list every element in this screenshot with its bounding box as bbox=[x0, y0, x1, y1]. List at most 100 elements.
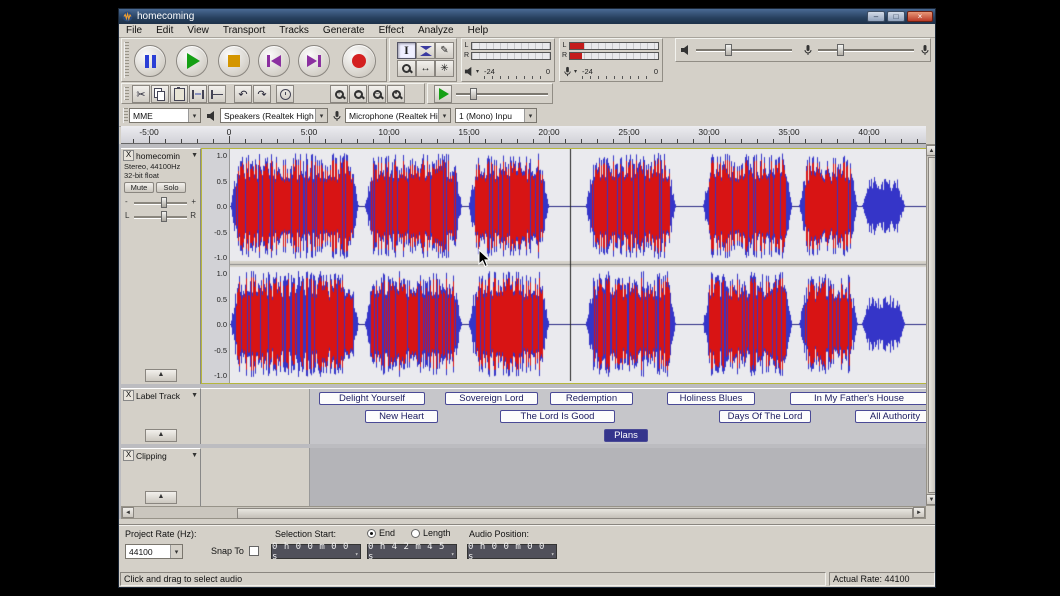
menu-effect[interactable]: Effect bbox=[372, 24, 411, 37]
undo-button[interactable]: ↶ bbox=[234, 85, 252, 103]
zoom-in-button[interactable]: + bbox=[330, 85, 348, 103]
track-name[interactable]: homecomin bbox=[136, 151, 191, 161]
vertical-ruler[interactable]: 1.00.50.0-0.5-1.0 1.00.50.0-0.5-1.0 bbox=[202, 149, 230, 383]
zoom-out-button[interactable]: − bbox=[349, 85, 367, 103]
toolbar-grip[interactable] bbox=[124, 87, 129, 100]
selection-start-field[interactable]: 0 h 0 0 m 0 0 s▾ bbox=[271, 544, 361, 559]
audio-host-select[interactable]: MME▾ bbox=[129, 108, 201, 123]
menu-tracks[interactable]: Tracks bbox=[272, 24, 316, 37]
copy-button[interactable] bbox=[151, 85, 169, 103]
track-label[interactable]: The Lord Is Good bbox=[500, 410, 615, 423]
track-label[interactable]: Holiness Blues bbox=[667, 392, 755, 405]
minimize-button[interactable]: – bbox=[867, 11, 885, 22]
skip-to-start-button[interactable] bbox=[258, 45, 290, 77]
pan-slider[interactable]: L R bbox=[125, 210, 196, 223]
track-collapse-button[interactable]: ▲ bbox=[145, 369, 177, 382]
scroll-up-arrow[interactable]: ▲ bbox=[926, 145, 936, 156]
track-menu-arrow[interactable]: ▼ bbox=[191, 452, 198, 459]
sync-lock-button[interactable] bbox=[276, 85, 294, 103]
silence-button[interactable] bbox=[208, 85, 226, 103]
toolbar-grip[interactable] bbox=[123, 108, 128, 123]
label-track-content[interactable]: Delight Yourself Sovereign Lord Redemption… bbox=[309, 389, 936, 444]
track-label[interactable]: New Heart bbox=[365, 410, 438, 423]
solo-button[interactable]: Solo bbox=[156, 182, 186, 193]
menu-edit[interactable]: Edit bbox=[149, 24, 180, 37]
menu-file[interactable]: File bbox=[119, 24, 149, 37]
skip-to-end-button[interactable] bbox=[298, 45, 330, 77]
title-bar[interactable]: homecoming – □ × bbox=[119, 9, 935, 24]
output-volume-slider[interactable] bbox=[696, 43, 792, 57]
track-label[interactable]: Redemption bbox=[550, 392, 633, 405]
multi-tool-button[interactable]: ✳ bbox=[435, 60, 454, 77]
vertical-scrollbar[interactable]: ▲ ▼ bbox=[926, 144, 936, 506]
amplitude-label: 0.5 bbox=[217, 295, 227, 304]
project-rate-select[interactable]: 44100▾ bbox=[125, 544, 183, 559]
menu-view[interactable]: View bbox=[180, 24, 216, 37]
cut-button[interactable]: ✂ bbox=[132, 85, 150, 103]
scroll-down-arrow[interactable]: ▼ bbox=[926, 494, 936, 505]
audio-position-field[interactable]: 0 h 0 0 m 0 0 s▾ bbox=[467, 544, 557, 559]
toolbar-grip[interactable] bbox=[124, 42, 129, 78]
input-channels-select[interactable]: 1 (Mono) Inpu▾ bbox=[455, 108, 537, 123]
fit-selection-button[interactable]: – bbox=[368, 85, 386, 103]
menu-transport[interactable]: Transport bbox=[216, 24, 272, 37]
timeline-ruler[interactable]: -5:0005:0010:0015:0020:0025:0030:0035:00… bbox=[121, 126, 926, 144]
length-radio[interactable]: Length bbox=[411, 528, 451, 538]
track-menu-arrow[interactable]: ▼ bbox=[191, 152, 198, 159]
menu-analyze[interactable]: Analyze bbox=[411, 24, 461, 37]
input-volume-slider[interactable] bbox=[818, 43, 914, 57]
draw-tool-button[interactable]: ✎ bbox=[435, 42, 454, 59]
vertical-scroll-thumb[interactable] bbox=[928, 157, 936, 493]
stop-button[interactable] bbox=[218, 45, 250, 77]
track-close-button[interactable]: X bbox=[123, 390, 134, 401]
horizontal-scrollbar[interactable]: ◄ ► bbox=[121, 506, 926, 519]
clipping-track-content[interactable] bbox=[309, 448, 936, 506]
track-name[interactable]: Label Track bbox=[136, 391, 191, 401]
ruler-tick bbox=[261, 139, 262, 143]
waveform-display[interactable] bbox=[230, 149, 927, 381]
pause-button[interactable] bbox=[134, 45, 166, 77]
output-device-select[interactable]: Speakers (Realtek High▾ bbox=[220, 108, 328, 123]
selection-end-field[interactable]: 0 h 4 2 m 4 5 s▾ bbox=[367, 544, 457, 559]
track-label[interactable]: In My Father's House bbox=[790, 392, 928, 405]
playback-speed-slider[interactable] bbox=[456, 87, 548, 101]
track-label[interactable]: Sovereign Lord bbox=[445, 392, 538, 405]
play-button[interactable] bbox=[176, 45, 208, 77]
track-menu-arrow[interactable]: ▼ bbox=[191, 392, 198, 399]
paste-button[interactable] bbox=[170, 85, 188, 103]
output-meter[interactable]: L R ▾ -24 0 bbox=[461, 38, 555, 82]
track-collapse-button[interactable]: ▲ bbox=[145, 491, 177, 504]
fit-project-button[interactable]: ▪ bbox=[387, 85, 405, 103]
scroll-right-arrow[interactable]: ► bbox=[913, 507, 925, 518]
track-bitdepth: 32-bit float bbox=[121, 171, 200, 180]
horizontal-scroll-thumb[interactable] bbox=[237, 508, 913, 519]
track-label[interactable]: All Authority bbox=[855, 410, 935, 423]
input-device-select[interactable]: Microphone (Realtek Hi▾ bbox=[345, 108, 451, 123]
record-button[interactable] bbox=[342, 44, 376, 78]
gain-slider[interactable]: - + bbox=[125, 196, 196, 209]
mute-button[interactable]: Mute bbox=[124, 182, 154, 193]
end-radio[interactable]: End bbox=[367, 528, 395, 538]
zoom-tool-button[interactable] bbox=[397, 60, 416, 77]
time-shift-tool-button[interactable]: ↔ bbox=[416, 60, 435, 77]
track-name[interactable]: Clipping bbox=[136, 451, 191, 461]
selection-tool-button[interactable]: I bbox=[397, 42, 416, 59]
menu-help[interactable]: Help bbox=[461, 24, 496, 37]
track-label[interactable]: Days Of The Lord bbox=[719, 410, 811, 423]
envelope-tool-button[interactable] bbox=[416, 42, 435, 59]
ruler-tick bbox=[693, 139, 694, 143]
snap-to-checkbox[interactable] bbox=[249, 546, 259, 556]
input-meter[interactable]: L R ▾ -24 0 bbox=[559, 38, 663, 82]
track-close-button[interactable]: X bbox=[123, 450, 134, 461]
maximize-button[interactable]: □ bbox=[887, 11, 905, 22]
play-at-speed-button[interactable] bbox=[434, 85, 452, 103]
track-label[interactable]: Delight Yourself bbox=[319, 392, 425, 405]
close-button[interactable]: × bbox=[907, 11, 933, 22]
menu-generate[interactable]: Generate bbox=[316, 24, 372, 37]
track-close-button[interactable]: X bbox=[123, 150, 134, 161]
trim-button[interactable] bbox=[189, 85, 207, 103]
redo-button[interactable]: ↷ bbox=[253, 85, 271, 103]
track-label[interactable]: Plans bbox=[604, 429, 648, 442]
scroll-left-arrow[interactable]: ◄ bbox=[122, 507, 134, 518]
track-collapse-button[interactable]: ▲ bbox=[145, 429, 177, 442]
